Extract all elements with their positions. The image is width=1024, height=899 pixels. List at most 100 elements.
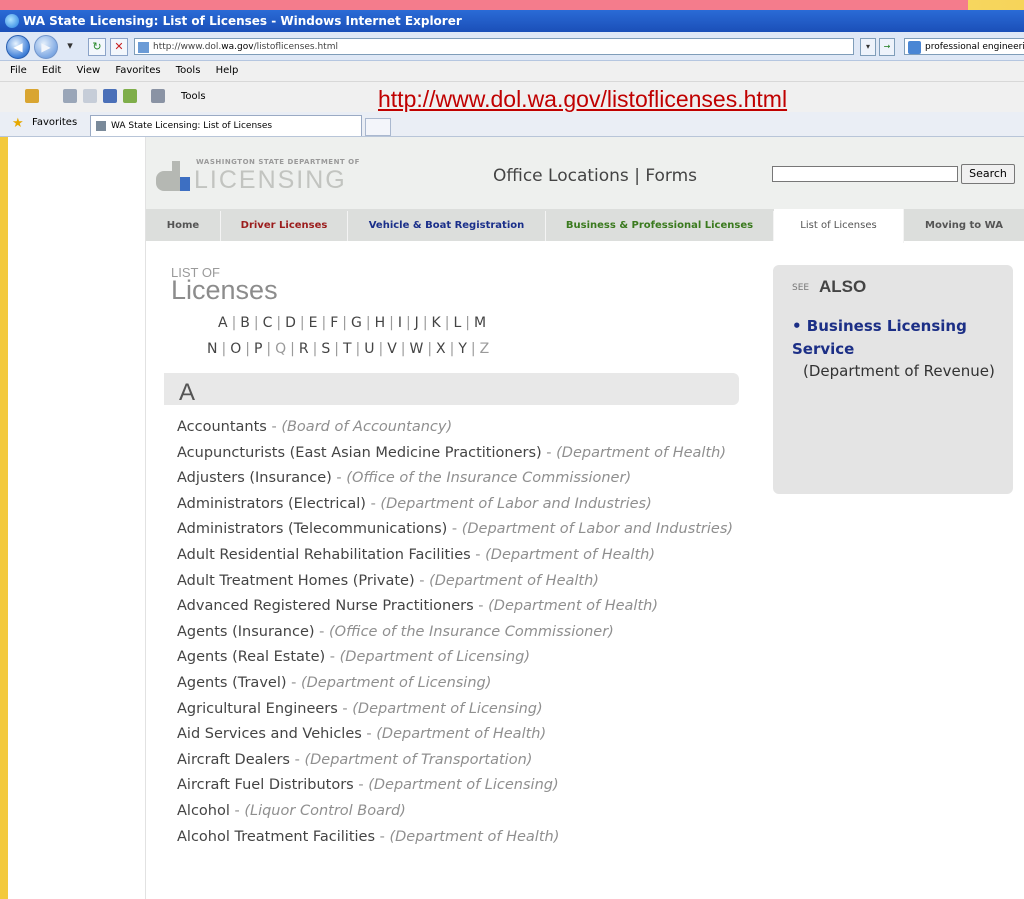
tab-vehicle-boat-registration[interactable]: Vehicle & Boat Registration [348,211,546,241]
save-icon[interactable] [103,89,117,103]
window-title: WA State Licensing: List of Licenses - W… [23,14,462,28]
menu-help[interactable]: Help [216,65,239,76]
menu-edit[interactable]: Edit [42,65,61,76]
letter-link-i[interactable]: I [398,315,402,331]
tab-moving-to-wa[interactable]: Moving to WA [904,211,1024,241]
menu-view[interactable]: View [76,65,100,76]
refresh-icon[interactable]: ↻ [88,38,106,56]
letter-link-f[interactable]: F [330,315,338,331]
letter-link-b[interactable]: B [240,315,250,331]
letter-link-n[interactable]: N [207,341,217,357]
cut-icon[interactable] [63,89,77,103]
letter-link-a[interactable]: A [218,315,228,331]
agency-separator: - [353,777,369,794]
license-name-link[interactable]: Agents (Travel) [177,675,287,691]
letter-link-d[interactable]: D [285,315,296,331]
logo-title[interactable]: LICENSING [194,166,347,195]
dol-logo-icon[interactable] [156,161,190,191]
tools-icon[interactable] [123,89,137,103]
copy-icon[interactable] [83,89,97,103]
agency-separator: - [266,419,282,435]
search-provider-box[interactable]: professional engineering [904,38,1024,55]
agency-name: (Department of Health) [429,572,599,589]
letter-link-c[interactable]: C [263,315,273,331]
letter-link-s[interactable]: S [321,341,330,357]
menu-file[interactable]: File [10,65,27,76]
letter-link-u[interactable]: U [364,341,374,357]
menu-favorites[interactable]: Favorites [115,65,160,76]
back-button[interactable]: ◀ [6,35,30,59]
browser-tab[interactable]: WA State Licensing: List of Licenses [90,115,362,136]
license-name-link[interactable]: Adjusters (Insurance) [177,470,332,486]
license-name-link[interactable]: Accountants [177,419,267,435]
letter-separator: | [290,341,295,357]
license-name-link[interactable]: Alcohol [177,803,230,819]
forward-button[interactable]: ▶ [34,35,58,59]
tab-list-of-licenses[interactable]: List of Licenses [774,209,904,243]
letter-link-m[interactable]: M [474,315,486,331]
see-also-small: SEE [792,283,810,293]
letter-link-v[interactable]: V [387,341,397,357]
license-name-link[interactable]: Aid Services and Vehicles [177,726,362,742]
letter-link-r[interactable]: R [299,341,309,357]
stop-icon[interactable]: ✕ [110,38,128,56]
letter-link-l[interactable]: L [453,315,461,331]
license-name-link[interactable]: Aircraft Fuel Distributors [177,777,354,793]
license-name-link[interactable]: Aircraft Dealers [177,752,290,768]
forms-link[interactable]: Forms [645,166,697,186]
alphabet-row-2: N | O | P | Q | R | S | T | U | V | W | X | Y | Z [207,341,489,357]
letter-separator: | [342,315,347,331]
go-button[interactable]: → [879,38,895,56]
site-search-input[interactable] [772,166,958,182]
license-name-link[interactable]: Adult Treatment Homes (Private) [177,573,415,589]
letter-link-y[interactable]: Y [458,341,467,357]
favorites-button[interactable]: Favorites [32,117,77,128]
top-links-separator: | [634,166,640,186]
address-bar[interactable]: http://www.dol.wa.gov/listoflicenses.htm… [134,38,854,55]
search-provider-icon [908,41,921,54]
letter-link-h[interactable]: H [375,315,386,331]
letter-link-p[interactable]: P [254,341,262,357]
letter-link-o[interactable]: O [230,341,241,357]
agency-name: (Department of Labor and Industries) [380,495,652,512]
letter-link-t[interactable]: T [343,341,352,357]
home-icon[interactable] [25,89,39,103]
menu-tools[interactable]: Tools [176,65,201,76]
tab-driver-licenses[interactable]: Driver Licenses [221,211,348,241]
license-name-link[interactable]: Administrators (Telecommunications) [177,521,447,537]
ie-icon [5,14,19,28]
letter-link-x[interactable]: X [436,341,446,357]
license-name-link[interactable]: Adult Residential Rehabilitation Facilit… [177,547,471,563]
letter-separator: | [276,315,282,331]
letter-link-g[interactable]: G [351,315,362,331]
letter-separator: | [299,315,305,331]
license-name-link[interactable]: Agents (Real Estate) [177,649,325,665]
license-name-link[interactable]: Agricultural Engineers [177,701,338,717]
tools-menu-button[interactable]: Tools [181,91,206,102]
recent-pages-dropdown[interactable]: ▾ [62,38,78,54]
agency-name: (Department of Licensing) [352,700,543,717]
address-dropdown[interactable]: ▾ [860,38,876,56]
menu-bar: File Edit View Favorites Tools Help [0,61,1024,82]
new-tab-button[interactable] [365,118,391,136]
tab-business-professional-licenses[interactable]: Business & Professional Licenses [546,211,774,241]
tab-home[interactable]: Home [146,211,221,241]
window-titlebar: WA State Licensing: List of Licenses - W… [0,10,1024,32]
site-search-button[interactable]: Search [961,164,1015,184]
license-name-link[interactable]: Advanced Registered Nurse Practitioners [177,598,474,614]
overlay-url-annotation: http://www.dol.wa.gov/listoflicenses.htm… [378,86,788,112]
letter-link-e[interactable]: E [309,315,318,331]
business-licensing-service-link[interactable]: • Business Licensing Service [792,315,1012,361]
letter-link-j[interactable]: J [415,315,419,331]
license-name-link[interactable]: Alcohol Treatment Facilities [177,829,375,845]
letter-link-w[interactable]: W [409,341,423,357]
license-name-link[interactable]: Acupuncturists (East Asian Medicine Prac… [177,445,542,461]
agency-separator: - [229,802,245,819]
favorites-star-icon[interactable]: ★ [12,117,24,130]
license-name-link[interactable]: Administrators (Electrical) [177,496,366,512]
license-name-link[interactable]: Agents (Insurance) [177,624,315,640]
address-host: wa.gov [221,42,254,52]
print-icon[interactable] [151,89,165,103]
office-locations-link[interactable]: Office Locations [493,166,629,186]
letter-link-k[interactable]: K [432,315,441,331]
